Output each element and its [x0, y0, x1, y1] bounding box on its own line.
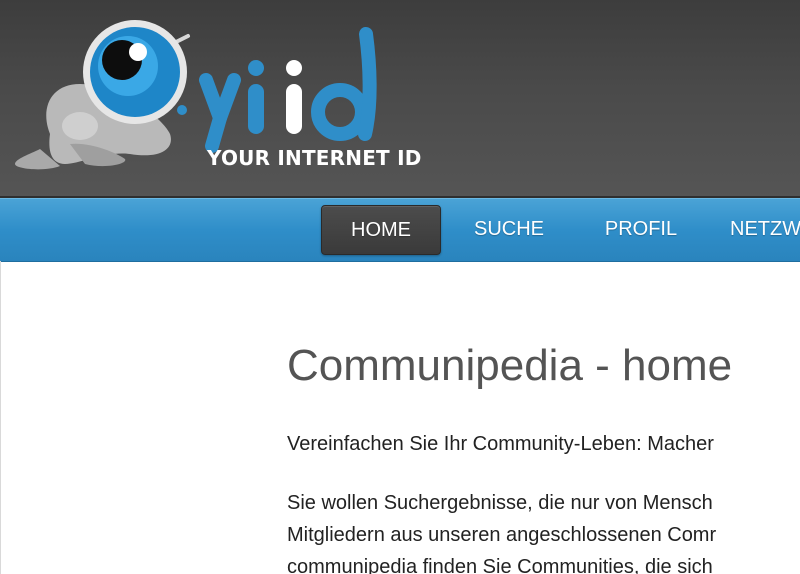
description-paragraph: Sie wollen Suchergebnisse, die nur von M… [287, 487, 716, 574]
intro-text: Vereinfachen Sie Ihr Community-Leben: Ma… [287, 433, 714, 455]
logo-tagline: YOUR INTERNET ID [207, 146, 422, 170]
paragraph-line: Mitgliedern aus unseren angeschlossenen … [287, 524, 717, 546]
nav-item-suche[interactable]: SUCHE [466, 205, 552, 253]
nav-item-netzwerk[interactable]: NETZW [730, 205, 800, 253]
page: YOUR INTERNET ID HOME SUCHE PROFIL NETZW… [0, 0, 800, 574]
site-header: YOUR INTERNET ID [0, 0, 800, 198]
main-content: Communipedia - home Vereinfachen Sie Ihr… [0, 261, 800, 574]
page-title: Communipedia - home [287, 341, 733, 390]
nav-item-profil[interactable]: PROFIL [596, 205, 686, 253]
paragraph-line: Sie wollen Suchergebnisse, die nur von M… [287, 492, 713, 514]
paragraph-line: communipedia finden Sie Communities, die… [287, 556, 713, 574]
nav-item-home[interactable]: HOME [321, 205, 441, 255]
main-navigation: HOME SUCHE PROFIL NETZW [0, 198, 800, 262]
